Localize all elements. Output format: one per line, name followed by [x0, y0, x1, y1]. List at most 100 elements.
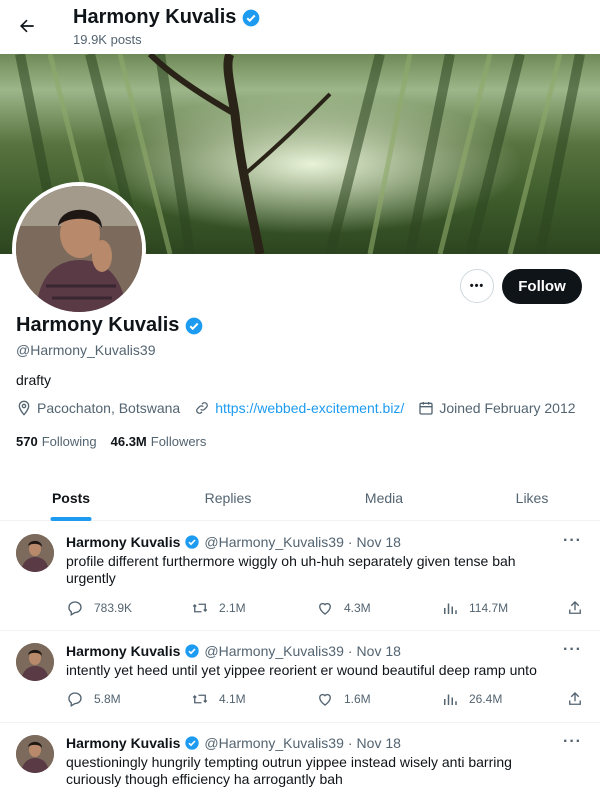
repost-button[interactable]: 2.1M: [191, 599, 246, 617]
profile-display-name: Harmony Kuvalis: [16, 314, 204, 337]
followers-count[interactable]: 46.3M Followers: [111, 434, 207, 449]
reply-count: 783.9K: [94, 601, 133, 615]
post-actions: 5.8M 4.1M 1.6M 26.4M: [66, 690, 586, 710]
repost-icon: [192, 603, 208, 613]
post-avatar[interactable]: [16, 534, 54, 572]
top-header: Harmony Kuvalis 19.9K posts: [0, 0, 600, 54]
post-author-handle[interactable]: @Harmony_Kuvalis39: [204, 643, 344, 659]
verified-badge-icon: [243, 9, 260, 26]
profile-tabs: Posts Replies Media Likes: [0, 474, 600, 521]
post-text: intently yet heed until yet yippee reori…: [66, 662, 537, 678]
post-text: profile different furthermore wiggly oh …: [66, 553, 516, 586]
link-icon: [196, 402, 209, 414]
reply-button[interactable]: 5.8M: [66, 690, 121, 708]
active-tab-indicator: [50, 517, 92, 521]
post-separator: ·: [347, 735, 353, 751]
follow-counts: 570 Following 46.3M Followers: [16, 434, 220, 449]
post-date[interactable]: Nov 18: [357, 735, 401, 751]
tab-replies-label: Replies: [204, 489, 252, 506]
tab-media-label: Media: [364, 489, 404, 506]
more-options-button[interactable]: •••: [460, 269, 494, 303]
post-text: questioningly hungrily tempting outrun y…: [66, 754, 512, 787]
repost-button[interactable]: 4.1M: [191, 690, 246, 708]
more-options-label: •••: [469, 280, 485, 292]
repost-count: 2.1M: [219, 601, 246, 615]
views-button[interactable]: 26.4M: [441, 690, 502, 708]
profile-meta: Pacochaton, Botswana https://webbed-exci…: [16, 400, 590, 416]
back-button[interactable]: [10, 9, 44, 43]
location-pin-icon: [18, 400, 30, 416]
tab-posts[interactable]: Posts: [0, 474, 142, 521]
header-title: Harmony Kuvalis: [73, 6, 261, 29]
post-author-name[interactable]: Harmony Kuvalis: [66, 735, 180, 751]
repost-icon: [192, 694, 208, 704]
profile-website[interactable]: https://webbed-excitement.biz/: [194, 400, 404, 416]
views-bars-icon: [444, 603, 457, 614]
tab-replies[interactable]: Replies: [156, 474, 300, 521]
post-avatar-image: [16, 643, 54, 681]
views-button[interactable]: 114.7M: [441, 599, 508, 617]
verified-badge-icon: [185, 644, 200, 658]
heart-icon: [319, 602, 331, 615]
heart-icon: [319, 693, 331, 706]
post-author-handle[interactable]: @Harmony_Kuvalis39: [204, 735, 344, 751]
like-button[interactable]: 4.3M: [316, 599, 371, 617]
tab-likes-label: Likes: [515, 489, 549, 506]
followers-label: Followers: [150, 434, 207, 449]
header-post-count: 19.9K posts: [73, 32, 142, 47]
share-icon: [569, 692, 581, 705]
share-button[interactable]: [566, 690, 584, 708]
reply-count: 5.8M: [94, 692, 121, 706]
post-avatar[interactable]: [16, 643, 54, 681]
post-more-button[interactable]: ···: [563, 532, 582, 550]
reply-icon: [68, 601, 82, 616]
post-item[interactable]: Harmony Kuvalis @Harmony_Kuvalis39 · Nov…: [0, 522, 600, 631]
follow-button[interactable]: Follow: [502, 269, 582, 304]
share-button[interactable]: [566, 599, 584, 617]
post-author-name[interactable]: Harmony Kuvalis: [66, 643, 180, 659]
profile-avatar[interactable]: [12, 182, 146, 316]
views-count: 26.4M: [469, 692, 503, 706]
post-author-name[interactable]: Harmony Kuvalis: [66, 534, 180, 550]
repost-count: 4.1M: [219, 692, 246, 706]
post-separator: ·: [347, 643, 353, 659]
profile-joined: Joined February 2012: [418, 400, 576, 416]
post-header: Harmony Kuvalis @Harmony_Kuvalis39 · Nov…: [66, 735, 401, 751]
followers-number: 46.3M: [110, 434, 147, 449]
post-avatar-image: [16, 534, 54, 572]
reply-icon: [68, 692, 82, 707]
share-icon: [569, 601, 581, 614]
display-name-text: Harmony Kuvalis: [16, 314, 180, 336]
arrow-left-icon: [20, 19, 34, 33]
following-count[interactable]: 570 Following: [16, 434, 97, 449]
post-more-button[interactable]: ···: [563, 733, 582, 751]
verified-badge-icon: [185, 736, 200, 750]
post-date[interactable]: Nov 18: [357, 643, 401, 659]
post-actions: 783.9K 2.1M 4.3M 114.7M: [66, 599, 586, 619]
profile-handle: @Harmony_Kuvalis39: [16, 342, 156, 358]
website-link[interactable]: https://webbed-excitement.biz/: [215, 400, 404, 416]
profile-bio: drafty: [16, 372, 52, 388]
avatar-image: [16, 186, 142, 312]
calendar-icon: [419, 402, 433, 415]
profile-location: Pacochaton, Botswana: [16, 400, 180, 416]
post-item[interactable]: Harmony Kuvalis @Harmony_Kuvalis39 · Nov…: [0, 631, 600, 723]
views-count: 114.7M: [469, 601, 509, 615]
post-avatar-image: [16, 735, 54, 773]
post-date[interactable]: Nov 18: [357, 534, 401, 550]
post-avatar[interactable]: [16, 735, 54, 773]
post-header: Harmony Kuvalis @Harmony_Kuvalis39 · Nov…: [66, 643, 401, 659]
following-label: Following: [41, 434, 97, 449]
location-text: Pacochaton, Botswana: [37, 400, 181, 416]
views-bars-icon: [444, 694, 457, 705]
reply-button[interactable]: 783.9K: [66, 599, 132, 617]
post-more-button[interactable]: ···: [563, 641, 582, 659]
post-header: Harmony Kuvalis @Harmony_Kuvalis39 · Nov…: [66, 534, 401, 550]
post-item[interactable]: Harmony Kuvalis @Harmony_Kuvalis39 · Nov…: [0, 723, 600, 800]
verified-badge-icon: [186, 317, 203, 334]
joined-text: Joined February 2012: [439, 400, 576, 416]
tab-likes[interactable]: Likes: [462, 474, 600, 521]
tab-media[interactable]: Media: [312, 474, 456, 521]
like-button[interactable]: 1.6M: [316, 690, 371, 708]
post-author-handle[interactable]: @Harmony_Kuvalis39: [204, 534, 344, 550]
